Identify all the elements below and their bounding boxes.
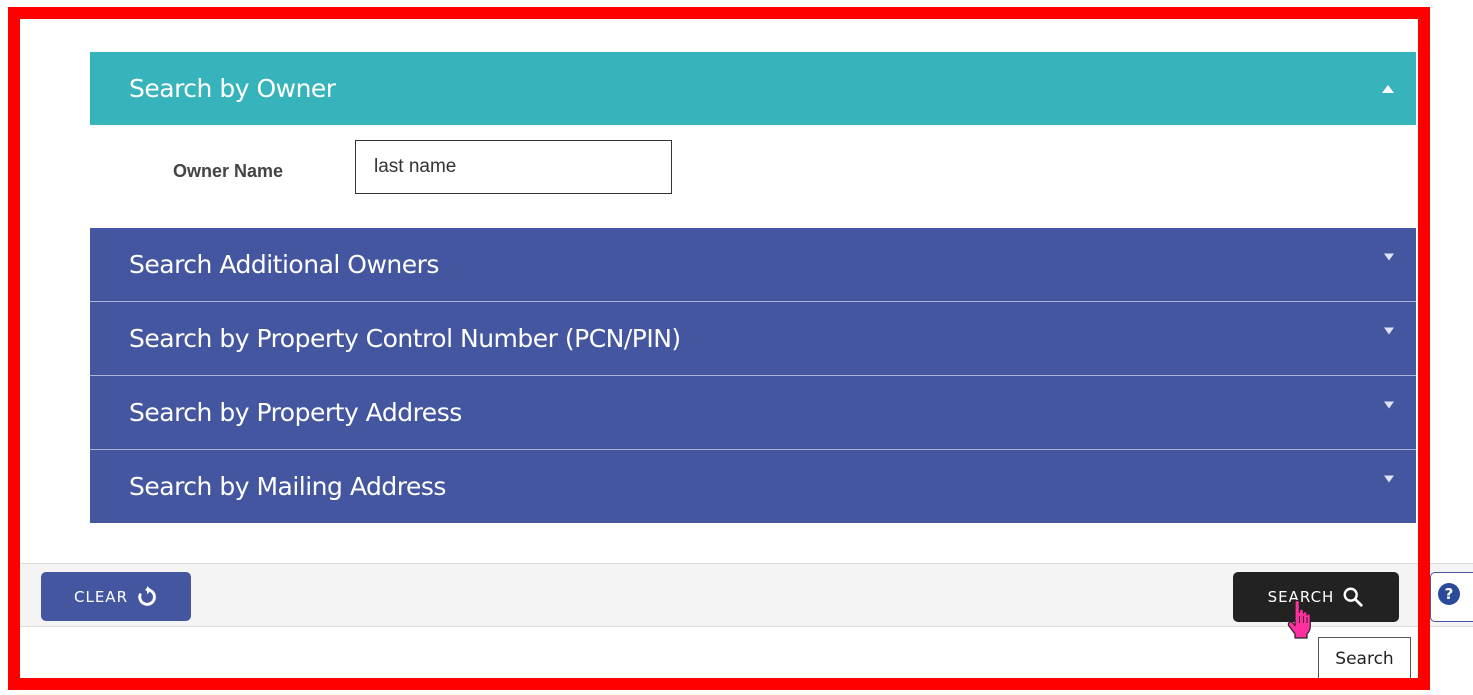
caret-up-icon bbox=[1382, 84, 1394, 93]
caret-down-icon bbox=[1384, 475, 1394, 482]
caret-down-icon bbox=[1384, 327, 1394, 334]
caret-down-icon bbox=[1384, 401, 1394, 408]
hand-pointer-icon bbox=[1284, 599, 1314, 683]
section-header-property-address[interactable]: Search by Property Address bbox=[90, 376, 1416, 450]
section-header-mailing-address[interactable]: Search by Mailing Address bbox=[90, 450, 1416, 523]
owner-name-label: Owner Name bbox=[173, 161, 284, 181]
section-title: Search by Mailing Address bbox=[129, 472, 446, 501]
search-button[interactable]: SEARCH bbox=[1233, 572, 1399, 622]
section-title: Search by Owner bbox=[129, 74, 336, 103]
footer-bar: CLEAR SEARCH bbox=[20, 563, 1473, 627]
section-header-pcn-pin[interactable]: Search by Property Control Number (PCN/P… bbox=[90, 302, 1416, 376]
section-header-additional-owners[interactable]: Search Additional Owners bbox=[90, 228, 1416, 302]
search-tooltip: Search bbox=[1318, 637, 1411, 680]
caret-down-icon bbox=[1384, 253, 1394, 260]
clear-label: CLEAR bbox=[74, 587, 128, 606]
section-title: Search by Property Address bbox=[129, 398, 462, 427]
section-body-search-by-owner: Owner Name bbox=[90, 125, 1416, 228]
search-accordion: Search by Owner Owner Name Search Additi… bbox=[90, 52, 1416, 523]
section-title: Search by Property Control Number (PCN/P… bbox=[129, 324, 681, 353]
section-title: Search Additional Owners bbox=[129, 250, 439, 279]
owner-name-input[interactable] bbox=[355, 140, 672, 194]
magnifier-icon bbox=[1342, 586, 1364, 608]
section-header-search-by-owner[interactable]: Search by Owner bbox=[90, 52, 1416, 125]
page: Search by Owner Owner Name Search Additi… bbox=[0, 0, 1473, 695]
refresh-icon bbox=[136, 585, 158, 608]
question-icon[interactable]: ? bbox=[1438, 583, 1460, 605]
clear-button[interactable]: CLEAR bbox=[41, 572, 191, 621]
